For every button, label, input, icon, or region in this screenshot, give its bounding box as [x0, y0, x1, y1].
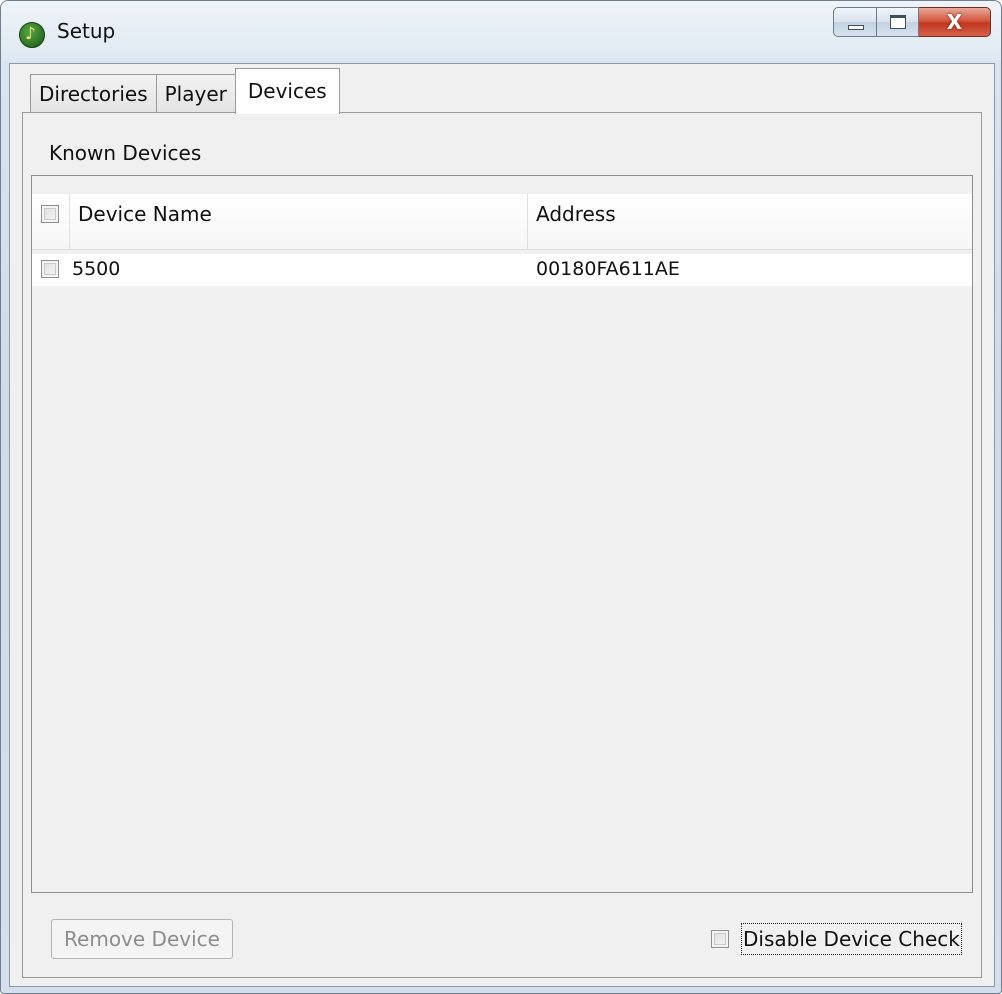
setup-window: Setup X Directories Player Devices Known… [0, 0, 1002, 994]
known-devices-label: Known Devices [49, 141, 202, 165]
select-all-checkbox[interactable] [41, 205, 59, 223]
devices-table[interactable]: Device Name Address 5500 00180FA611AE [31, 175, 973, 893]
remove-device-button[interactable]: Remove Device [51, 919, 233, 959]
caption-buttons: X [833, 7, 991, 37]
device-address-cell: 00180FA611AE [536, 258, 680, 280]
tab-strip: Directories Player Devices [30, 68, 340, 114]
table-header: Device Name Address [32, 194, 972, 250]
close-button[interactable]: X [919, 7, 991, 37]
disable-device-check-option[interactable]: Disable Device Check [711, 923, 971, 955]
minimize-button[interactable] [833, 7, 877, 37]
disable-device-check-checkbox[interactable] [711, 930, 729, 948]
maximize-button[interactable] [877, 7, 919, 37]
devices-tab-panel: Known Devices Device Name Address 5500 0… [22, 112, 982, 978]
disable-device-check-label[interactable]: Disable Device Check [741, 923, 962, 955]
device-name-cell: 5500 [72, 258, 121, 280]
tab-devices[interactable]: Devices [234, 68, 340, 114]
client-area: Directories Player Devices Known Devices… [9, 63, 995, 987]
music-note-icon [19, 22, 45, 48]
row-checkbox[interactable] [41, 260, 59, 278]
table-row[interactable]: 5500 00180FA611AE [32, 254, 972, 286]
column-header-device-name[interactable]: Device Name [70, 194, 528, 250]
window-title: Setup [57, 19, 116, 43]
minimize-icon [848, 25, 864, 30]
tab-player[interactable]: Player [155, 74, 236, 114]
maximize-icon [890, 15, 906, 29]
header-select-cell [32, 194, 70, 250]
close-icon: X [946, 10, 963, 34]
column-header-address[interactable]: Address [528, 194, 972, 250]
tab-directories[interactable]: Directories [30, 74, 157, 114]
title-bar[interactable]: Setup X [1, 1, 1001, 63]
